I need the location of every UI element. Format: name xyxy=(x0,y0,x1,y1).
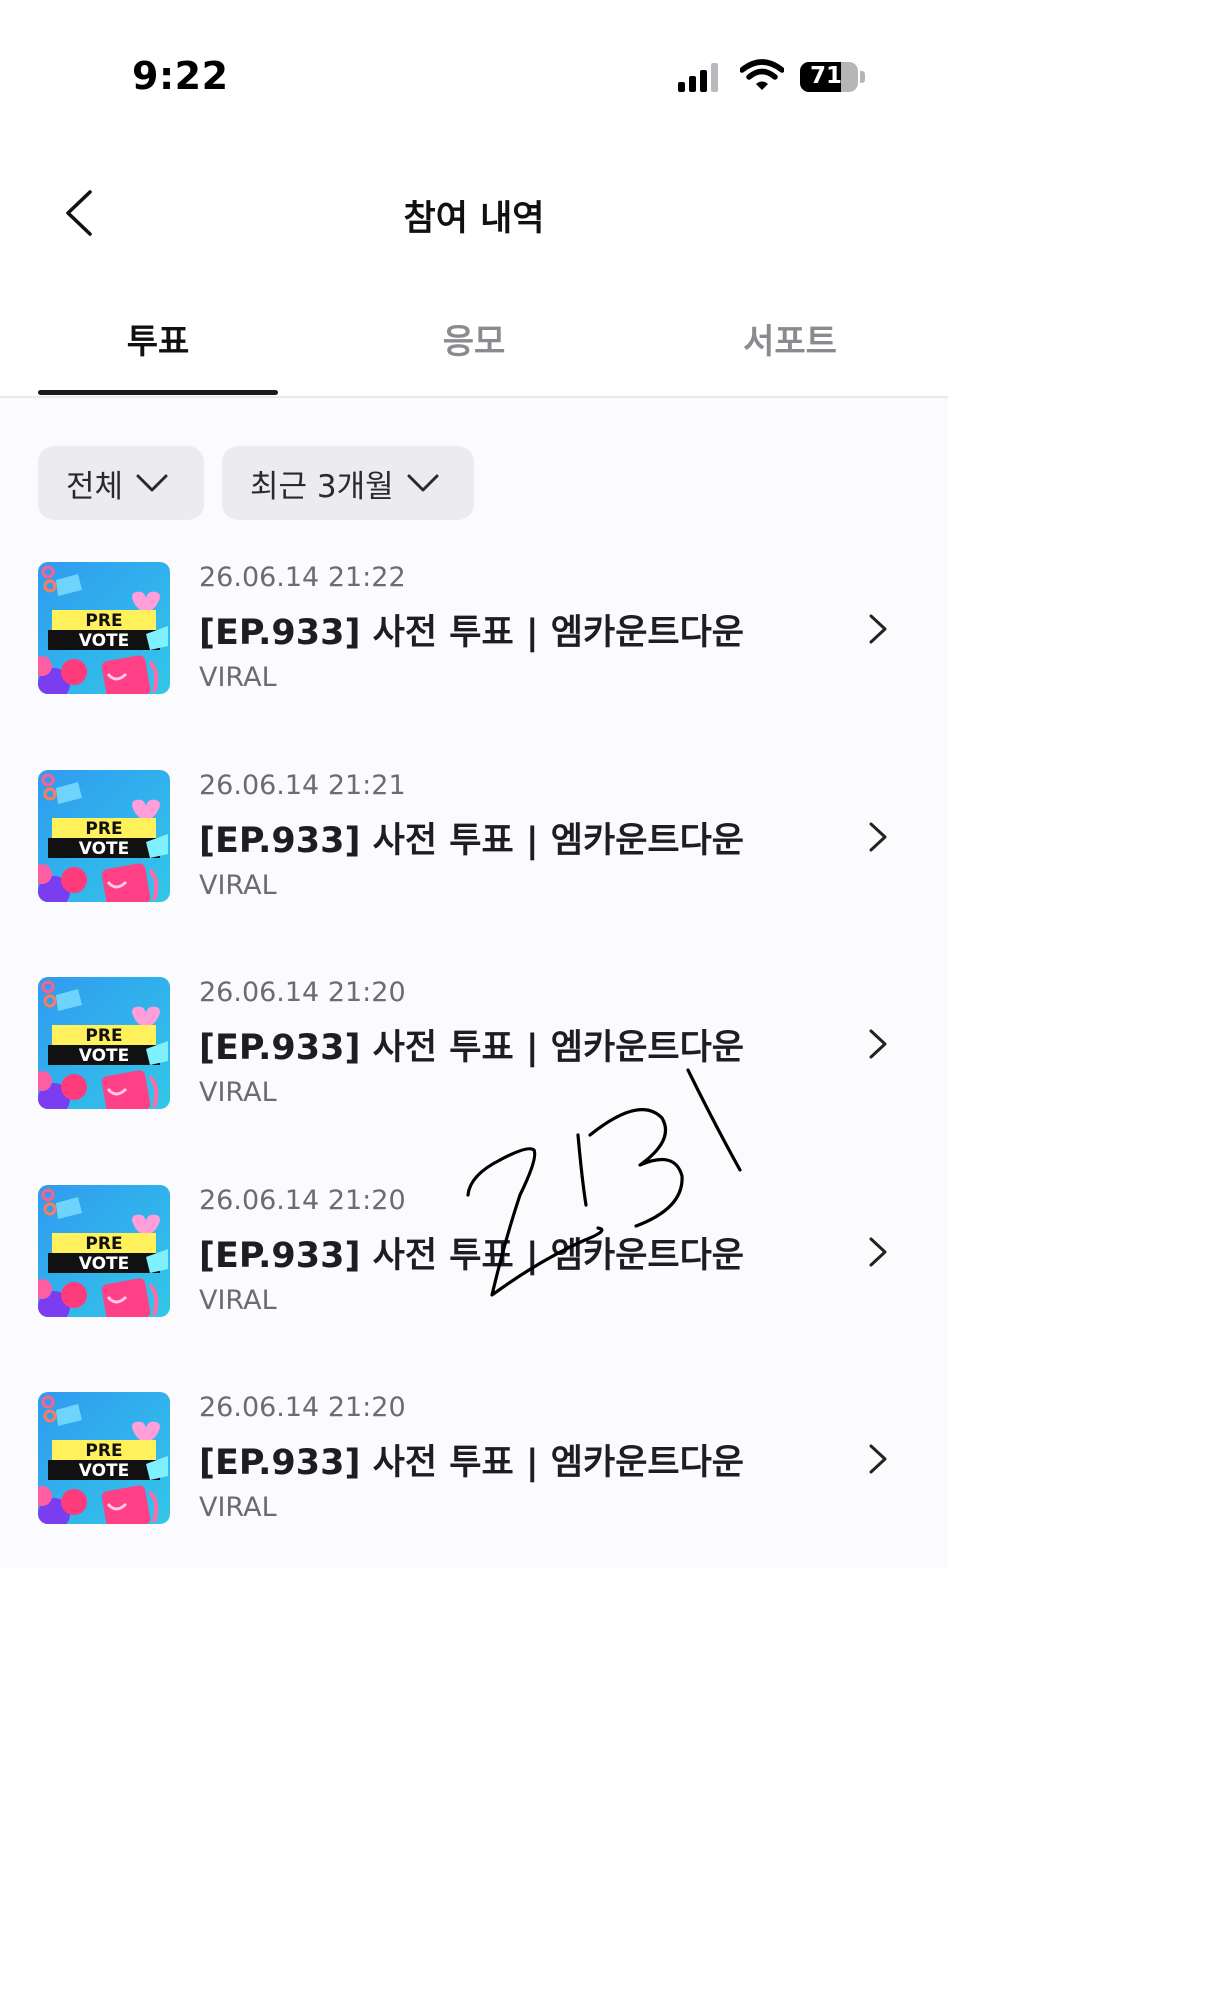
wifi-icon xyxy=(740,59,784,90)
participation-date: 26.06.14 21:20 xyxy=(199,1392,406,1423)
participation-date: 26.06.14 21:20 xyxy=(199,1185,406,1216)
category-filter-dropdown[interactable]: 전체 xyxy=(38,446,204,520)
badge-line1: PRE xyxy=(85,1441,122,1461)
badge-line2: VOTE xyxy=(79,1046,130,1066)
cellular-signal-icon xyxy=(678,62,718,92)
participation-date: 26.06.14 21:20 xyxy=(199,977,406,1008)
item-title: [EP.933] 사전 투표 | 엠카운트다운 xyxy=(199,821,745,861)
badge-line1: PRE xyxy=(85,611,122,631)
chevron-down-icon xyxy=(407,474,439,492)
item-subtitle: VIRAL xyxy=(199,1492,277,1523)
item-subtitle: VIRAL xyxy=(199,1285,277,1316)
prevote-thumbnail: PRE VOTE xyxy=(38,977,170,1109)
tab-entry[interactable]: 응모 xyxy=(354,314,594,363)
badge-line2: VOTE xyxy=(79,839,130,859)
tab-support[interactable]: 서포트 xyxy=(670,314,910,363)
chevron-right-icon xyxy=(869,822,887,852)
participation-date: 26.06.14 21:21 xyxy=(199,770,406,801)
vote-history-item[interactable]: PRE VOTE 26.06.14 21:20 [EP.933] 사전 투표 |… xyxy=(0,1392,948,1568)
vote-history-item[interactable]: PRE VOTE 26.06.14 21:20 [EP.933] 사전 투표 |… xyxy=(0,1185,948,1365)
tab-divider xyxy=(0,396,948,398)
badge-line1: PRE xyxy=(85,819,122,839)
badge-line2: VOTE xyxy=(79,1254,130,1274)
chevron-right-icon xyxy=(869,614,887,644)
prevote-thumbnail: PRE VOTE xyxy=(38,770,170,902)
badge-line1: PRE xyxy=(85,1026,122,1046)
item-title: [EP.933] 사전 투표 | 엠카운트다운 xyxy=(199,613,745,653)
item-title: [EP.933] 사전 투표 | 엠카운트다운 xyxy=(199,1443,745,1483)
vote-history-item[interactable]: PRE VOTE 26.06.14 21:21 [EP.933] 사전 투표 |… xyxy=(0,770,948,950)
badge-line2: VOTE xyxy=(79,1461,130,1481)
prevote-thumbnail: PRE VOTE xyxy=(38,1392,170,1524)
active-tab-indicator xyxy=(38,390,278,395)
badge-line2: VOTE xyxy=(79,631,130,651)
page-title: 참여 내역 xyxy=(403,199,545,239)
battery-cap xyxy=(860,71,865,83)
chevron-right-icon xyxy=(869,1029,887,1059)
item-title: [EP.933] 사전 투표 | 엠카운트다운 xyxy=(199,1028,745,1068)
item-subtitle: VIRAL xyxy=(199,662,277,693)
prevote-thumbnail: PRE VOTE xyxy=(38,562,170,694)
item-subtitle: VIRAL xyxy=(199,1077,277,1108)
period-filter-dropdown[interactable]: 최근 3개월 xyxy=(222,446,474,520)
period-filter-label: 최근 3개월 xyxy=(250,468,394,505)
chevron-down-icon xyxy=(136,474,168,492)
participation-history-screen: 9:22 71 참여 내역 투표 응모 서포트 전체 최근 3개월 PRE VO… xyxy=(0,0,948,1568)
chevron-right-icon xyxy=(869,1237,887,1267)
vote-history-item[interactable]: PRE VOTE 26.06.14 21:20 [EP.933] 사전 투표 |… xyxy=(0,977,948,1157)
tab-vote[interactable]: 투표 xyxy=(38,314,278,363)
item-title: [EP.933] 사전 투표 | 엠카운트다운 xyxy=(199,1236,745,1276)
participation-date: 26.06.14 21:22 xyxy=(199,562,406,593)
status-time: 9:22 xyxy=(132,54,229,98)
badge-line1: PRE xyxy=(85,1234,122,1254)
battery-level: 71 xyxy=(809,63,842,89)
vote-history-item[interactable]: PRE VOTE 26.06.14 21:22 [EP.933] 사전 투표 |… xyxy=(0,562,948,742)
item-subtitle: VIRAL xyxy=(199,870,277,901)
category-filter-label: 전체 xyxy=(66,468,124,505)
chevron-right-icon xyxy=(869,1444,887,1474)
prevote-thumbnail: PRE VOTE xyxy=(38,1185,170,1317)
battery-icon: 71 xyxy=(800,62,858,92)
